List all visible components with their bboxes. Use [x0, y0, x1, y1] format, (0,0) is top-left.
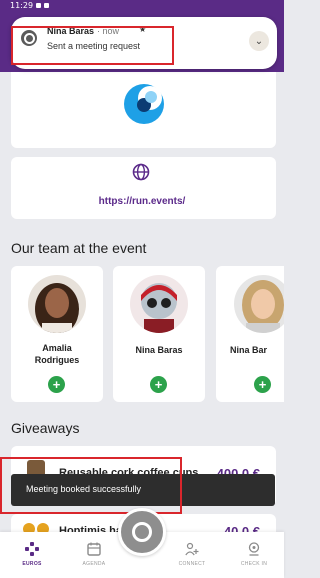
- nav-item-euros[interactable]: EUROS: [4, 542, 60, 567]
- avatar: [28, 275, 86, 333]
- status-time: 11:29: [10, 0, 34, 10]
- grid-icon: [25, 542, 39, 556]
- people-icon: [185, 542, 199, 556]
- checkin-icon: [248, 542, 260, 556]
- member-name-last: Rodrigues: [34, 355, 80, 365]
- member-name: Nina Baras: [135, 345, 183, 355]
- status-icon: [36, 2, 42, 8]
- notification-highlight-box: [11, 26, 174, 65]
- nav-item-connect[interactable]: CONNECT: [164, 542, 220, 567]
- chevron-down-icon[interactable]: ⌄: [249, 31, 269, 51]
- nav-label: CHECK IN: [240, 561, 268, 567]
- add-contact-button[interactable]: +: [254, 376, 271, 393]
- nav-item-agenda[interactable]: AGENDA: [66, 542, 122, 567]
- status-icon: [44, 2, 50, 8]
- member-name: Nina Bar: [230, 345, 268, 355]
- calendar-icon: [87, 542, 101, 556]
- event-website-link[interactable]: https://run.events/: [0, 196, 284, 207]
- globe-icon: [132, 163, 150, 181]
- floating-action-button[interactable]: [118, 508, 166, 556]
- avatar: [130, 275, 188, 333]
- team-member-card[interactable]: Amalia Rodrigues +: [11, 266, 103, 402]
- nav-label: AGENDA: [82, 561, 106, 567]
- giveaways-section-title: Giveaways: [11, 420, 80, 436]
- event-logo: [124, 84, 164, 124]
- nav-item-check-in[interactable]: CHECK IN: [226, 542, 282, 567]
- nav-label: CONNECT: [178, 561, 206, 567]
- member-name-first: Amalia: [42, 343, 72, 353]
- status-bar: 11:29: [0, 0, 284, 10]
- team-member-card[interactable]: Nina Bar +: [216, 266, 284, 402]
- avatar: [234, 275, 284, 333]
- toast-highlight-box: [0, 457, 182, 514]
- add-contact-button[interactable]: +: [48, 376, 65, 393]
- add-contact-button[interactable]: +: [150, 376, 167, 393]
- nav-label: EUROS: [22, 561, 42, 567]
- team-section-title: Our team at the event: [11, 240, 147, 256]
- team-member-card[interactable]: Nina Baras +: [113, 266, 205, 402]
